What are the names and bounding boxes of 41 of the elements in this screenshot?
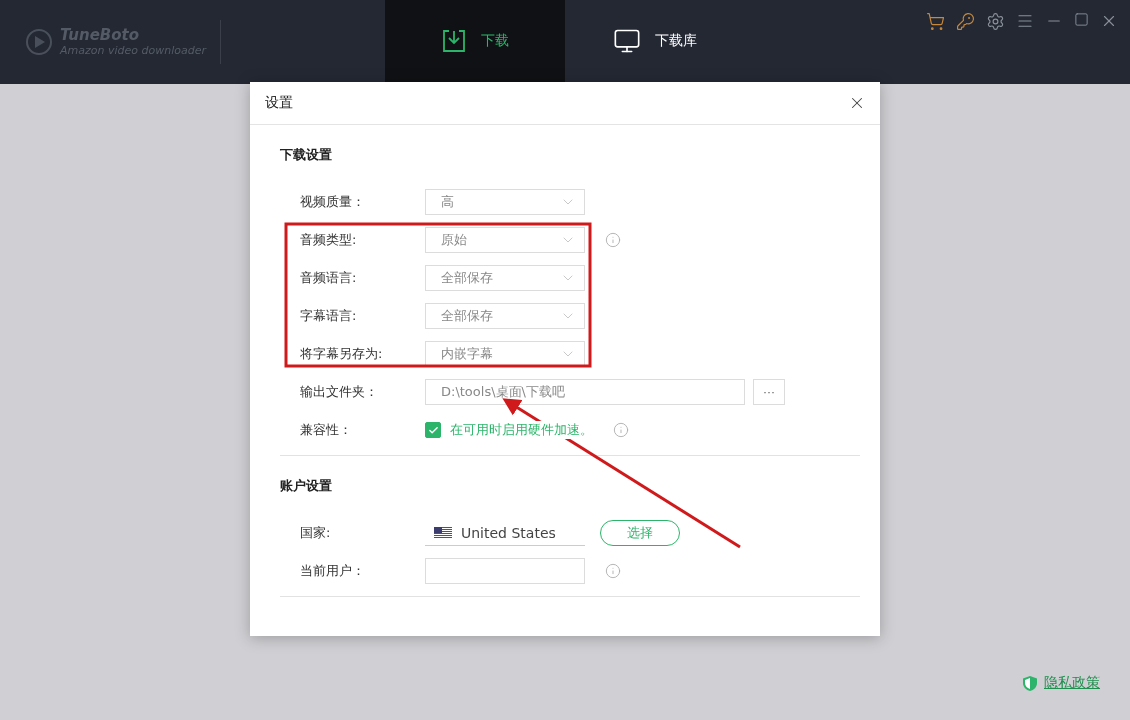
settings-icon[interactable] [986, 12, 1005, 31]
field-label: 视频质量： [300, 193, 366, 211]
dropdown[interactable]: 全部保存 [425, 265, 585, 291]
country-name: United States [461, 524, 556, 541]
field-label: 音频类型: [300, 231, 358, 249]
dropdown[interactable]: 原始 [425, 227, 585, 253]
flag-icon [434, 526, 452, 539]
path-field[interactable]: D:\tools\桌面\下载吧 [425, 379, 745, 405]
dropdown[interactable]: 全部保存 [425, 303, 585, 329]
privacy-link[interactable]: 隐私政策 [1022, 674, 1100, 692]
field-label: 字幕语言: [300, 307, 358, 325]
cart-icon[interactable] [926, 12, 945, 31]
info-icon[interactable] [605, 563, 621, 579]
section-title: 账户设置 [280, 477, 333, 495]
dialog-title: 设置 [265, 94, 293, 112]
key-icon[interactable] [956, 12, 975, 31]
play-logo-icon [24, 27, 54, 57]
user-field[interactable] [425, 558, 585, 584]
field-label: 将字幕另存为: [300, 345, 384, 363]
checkbox[interactable] [425, 422, 441, 438]
section-title: 下载设置 [280, 146, 333, 164]
check-icon [427, 424, 439, 436]
field-label: 输出文件夹： [300, 383, 379, 401]
field-label: 当前用户： [300, 562, 366, 580]
field-label: 国家: [300, 524, 332, 542]
dropdown[interactable]: 高 [425, 189, 585, 215]
select-button[interactable]: 选择 [600, 520, 680, 546]
info-icon[interactable] [605, 232, 621, 248]
menu-icon[interactable] [1016, 12, 1034, 30]
browse-button[interactable]: ··· [753, 379, 785, 405]
dropdown[interactable]: 内嵌字幕 [425, 341, 585, 367]
info-icon[interactable] [613, 422, 629, 438]
shield-icon [1022, 674, 1038, 692]
field-label: 兼容性： [300, 421, 353, 439]
maximize-icon[interactable] [1074, 12, 1089, 27]
field-label: 音频语言: [300, 269, 358, 287]
nav-tab[interactable]: 下载 [385, 0, 565, 84]
download-icon [441, 28, 467, 54]
monitor-icon [613, 27, 641, 55]
country-field[interactable]: United States [425, 520, 585, 546]
nav-tab[interactable]: 下载库 [565, 0, 745, 84]
